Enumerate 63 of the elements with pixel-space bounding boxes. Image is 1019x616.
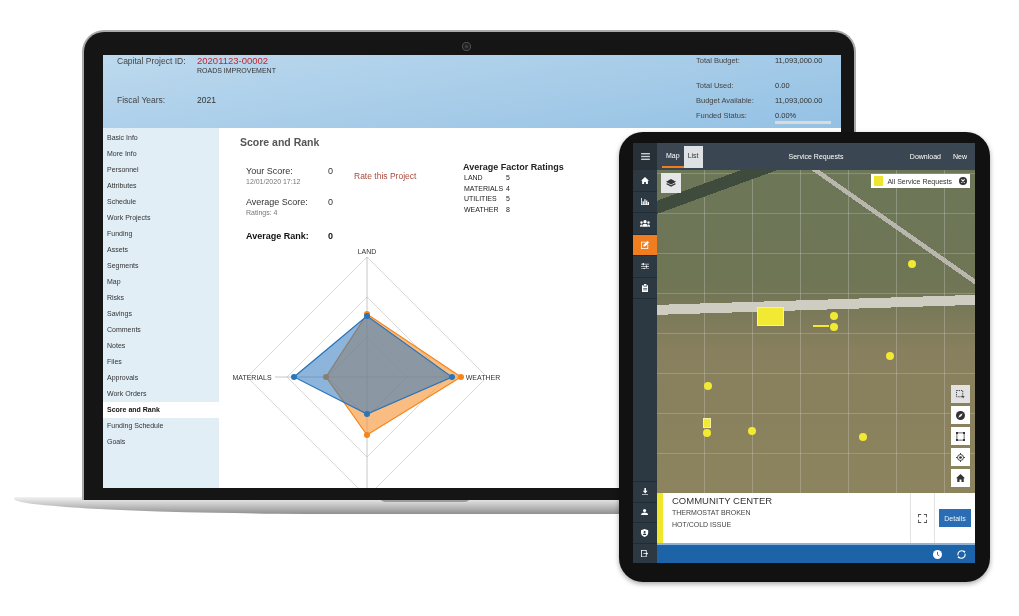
shield-person-icon xyxy=(641,528,649,537)
select-rectangle-icon xyxy=(956,389,965,399)
clipboard-icon xyxy=(641,283,649,292)
home-button[interactable] xyxy=(951,469,970,487)
clock-icon[interactable] xyxy=(933,549,942,559)
layers-button[interactable] xyxy=(661,173,681,193)
expand-icon[interactable] xyxy=(918,513,927,523)
score-label: Your Score: xyxy=(246,166,294,176)
data-point xyxy=(458,374,464,380)
compass-icon xyxy=(956,410,965,420)
line-marker-icon[interactable] xyxy=(813,325,829,327)
field-value: 2021 xyxy=(197,94,216,105)
score-value: 0 xyxy=(328,197,333,207)
people-icon xyxy=(640,219,650,227)
field-label: Fiscal Years: xyxy=(117,94,167,105)
project-id: 20201123-00002 xyxy=(197,55,269,66)
person-icon xyxy=(641,509,649,516)
field-label: Capital Project ID: xyxy=(117,55,187,66)
map-marker-icon[interactable] xyxy=(830,312,838,320)
rank-label: Average Rank: xyxy=(246,231,310,241)
map-marker-icon[interactable] xyxy=(704,382,712,390)
extent-button[interactable] xyxy=(951,427,970,445)
bar-chart-icon xyxy=(641,198,649,206)
frame-icon xyxy=(956,431,965,441)
data-point xyxy=(449,374,455,380)
data-point xyxy=(364,432,370,438)
status-stripe-icon xyxy=(657,493,663,543)
score-label: Average Score: xyxy=(246,197,309,207)
edit-icon xyxy=(641,240,649,249)
score-value: 0 xyxy=(328,166,333,176)
download-icon xyxy=(641,488,649,496)
request-title: COMMUNITY CENTER xyxy=(672,495,774,507)
menu-button[interactable] xyxy=(633,143,657,170)
map-marker-icon[interactable] xyxy=(703,429,711,437)
area-marker-icon[interactable] xyxy=(704,419,710,427)
map-marker-icon[interactable] xyxy=(859,433,867,441)
map-marker-icon[interactable] xyxy=(908,260,916,268)
panel-title: Score and Rank xyxy=(240,136,321,149)
layers-icon xyxy=(666,179,676,187)
sliders-icon xyxy=(641,263,649,270)
nav-button[interactable] xyxy=(633,234,657,256)
factor-ratings-title: Average Factor Ratings xyxy=(463,162,564,173)
exit-icon xyxy=(641,549,649,557)
rate-project-link[interactable]: Rate this Project xyxy=(354,170,417,182)
map-marker-icon[interactable] xyxy=(886,352,894,360)
map-marker-icon[interactable] xyxy=(748,427,756,435)
data-point xyxy=(323,374,329,380)
compass-button[interactable] xyxy=(951,406,970,424)
menu-icon xyxy=(640,153,650,160)
home-icon xyxy=(956,473,965,483)
locate-button[interactable] xyxy=(951,448,970,466)
close-icon[interactable] xyxy=(959,177,967,185)
data-point xyxy=(364,411,370,417)
map-marker-icon[interactable] xyxy=(830,323,838,331)
home-icon xyxy=(641,176,649,184)
select-tool-button[interactable] xyxy=(951,385,970,403)
rank-value: 0 xyxy=(328,231,333,241)
target-icon xyxy=(956,452,965,462)
data-point xyxy=(291,374,297,380)
sync-icon[interactable] xyxy=(957,549,966,559)
legend-swatch-icon xyxy=(874,176,884,186)
camera-icon xyxy=(462,42,471,51)
area-marker-icon[interactable] xyxy=(758,308,783,325)
